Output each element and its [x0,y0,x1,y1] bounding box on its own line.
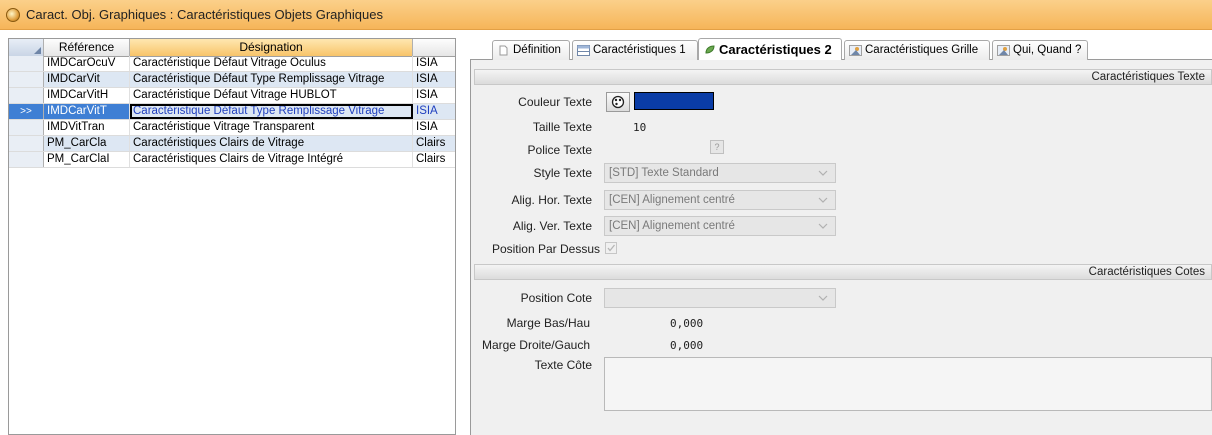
label-police-texte: Police Texte [527,143,592,157]
grid-header: Référence Désignation Mo [9,39,455,57]
label-alig-hor-texte: Alig. Hor. Texte [511,193,592,207]
window-titlebar: Caract. Obj. Graphiques : Caractéristiqu… [0,0,1212,30]
column-header-reference[interactable]: Référence [44,39,130,56]
color-picker-button[interactable] [606,92,630,112]
gear-coin-icon [6,7,20,22]
table-row[interactable]: IMDVitTran Caractéristique Vitrage Trans… [9,120,455,136]
font-picker-button[interactable]: ? [710,140,724,154]
label-position-cote: Position Cote [520,291,592,305]
label-alig-ver-texte: Alig. Ver. Texte [512,219,592,233]
value-marge-bas-haut[interactable]: 0,000 [670,317,703,330]
table-row[interactable]: PM_CarCla Caractéristiques Clairs de Vit… [9,136,455,152]
label-marge-bas-haut: Marge Bas/Hau [506,316,590,330]
chevron-down-icon [818,197,828,203]
section-caracteristiques-texte: Caractéristiques Texte [474,69,1212,85]
label-marge-droite-gauche: Marge Droite/Gauch [481,338,590,352]
row-selector[interactable] [9,72,44,87]
label-couleur-texte: Couleur Texte [518,95,592,109]
table-icon [577,45,590,56]
cell-reference[interactable]: PM_CarClaI [44,152,130,167]
palette-icon [611,95,625,109]
tab-caracteristiques-1[interactable]: Caractéristiques 1 [572,40,698,60]
position-cote-dropdown[interactable] [604,288,836,308]
user-icon [849,45,862,56]
cell-designation[interactable]: Caractéristique Défaut Vitrage HUBLOT [130,88,413,103]
cell-designation[interactable]: Caractéristique Vitrage Transparent [130,120,413,135]
column-header-mo[interactable]: Mo [413,39,455,56]
alig-ver-texte-dropdown[interactable]: [CEN] Alignement centré [604,216,836,236]
user-icon [997,45,1010,56]
tab-caracteristiques-1-label: Caractéristiques 1 [593,44,686,56]
alig-ver-texte-value: [CEN] Alignement centré [609,220,735,232]
table-row-selected[interactable]: >> IMDCarVitT Caractéristique Défaut Typ… [9,104,455,120]
value-taille-texte[interactable]: 10 [633,121,646,134]
window-title: Caract. Obj. Graphiques : Caractéristiqu… [26,7,383,22]
value-marge-droite-gauche[interactable]: 0,000 [670,339,703,352]
cell-designation-focused[interactable]: Caractéristique Défaut Type Remplissage … [130,104,413,119]
alig-hor-texte-dropdown[interactable]: [CEN] Alignement centré [604,190,836,210]
tab-qui-quand[interactable]: Qui, Quand ? [992,40,1088,60]
cell-mo[interactable]: ISIA [413,72,455,87]
section-caracteristiques-cotes: Caractéristiques Cotes [474,264,1212,280]
cell-reference[interactable]: IMDVitTran [44,120,130,135]
tab-definition[interactable]: Définition [492,40,570,60]
row-selector-current[interactable]: >> [9,104,44,119]
row-selector[interactable] [9,120,44,135]
tab-caracteristiques-2[interactable]: Caractéristiques 2 [698,38,842,60]
tab-caracteristiques-2-label: Caractéristiques 2 [719,42,832,57]
table-row[interactable]: IMDCarOcuV Caractéristique Défaut Vitrag… [9,56,455,72]
checkmark-icon [607,244,616,252]
cell-reference[interactable]: IMDCarOcuV [44,56,130,71]
tab-caracteristiques-grille-label: Caractéristiques Grille [865,44,979,56]
tab-qui-quand-label: Qui, Quand ? [1013,44,1082,56]
cell-designation[interactable]: Caractéristiques Clairs de Vitrage [130,136,413,151]
tab-caracteristiques-grille[interactable]: Caractéristiques Grille [844,40,990,60]
color-swatch[interactable] [634,92,714,110]
table-row[interactable]: IMDCarVit Caractéristique Défaut Type Re… [9,72,455,88]
cell-mo[interactable]: ISIA [413,104,455,119]
cell-designation[interactable]: Caractéristique Défaut Vitrage Oculus [130,56,413,71]
row-selector[interactable] [9,88,44,103]
cell-designation[interactable]: Caractéristiques Clairs de Vitrage Intég… [130,152,413,167]
document-icon [499,45,508,56]
leaf-icon [705,45,715,54]
label-taille-texte: Taille Texte [532,120,592,134]
label-position-par-dessus: Position Par Dessus [491,242,600,256]
tab-definition-label: Définition [513,44,561,56]
cell-mo[interactable]: ISIA [413,88,455,103]
position-par-dessus-checkbox[interactable] [605,242,617,254]
chevron-down-icon [818,170,828,176]
cell-reference[interactable]: IMDCarVitH [44,88,130,103]
column-header-designation[interactable]: Désignation [130,39,413,56]
label-texte-cote: Texte Côte [534,358,592,372]
grid-select-all-corner[interactable] [9,39,44,56]
row-selector[interactable] [9,56,44,71]
label-style-texte: Style Texte [533,166,592,180]
style-texte-value: [STD] Texte Standard [609,167,719,179]
row-selector[interactable] [9,152,44,167]
tab-strip: Définition Caractéristiques 1 Caractéris… [470,38,1212,60]
cell-designation[interactable]: Caractéristique Défaut Type Remplissage … [130,72,413,87]
cell-reference[interactable]: IMDCarVit [44,72,130,87]
chevron-down-icon [818,223,828,229]
alig-hor-texte-value: [CEN] Alignement centré [609,194,735,206]
row-selector[interactable] [9,136,44,151]
records-grid[interactable]: Référence Désignation Mo IMDCarOcuV Cara… [8,38,456,435]
cell-mo[interactable]: ISIA [413,120,455,135]
chevron-down-icon [818,295,828,301]
style-texte-dropdown[interactable]: [STD] Texte Standard [604,163,836,183]
cell-mo[interactable]: ISIA [413,56,455,71]
cell-mo[interactable]: Clairs [413,152,455,167]
table-row[interactable]: IMDCarVitH Caractéristique Défaut Vitrag… [9,88,455,104]
cell-mo[interactable]: Clairs [413,136,455,151]
texte-cote-textarea[interactable] [604,357,1212,411]
table-row[interactable]: PM_CarClaI Caractéristiques Clairs de Vi… [9,152,455,168]
cell-reference[interactable]: IMDCarVitT [44,104,130,119]
cell-reference[interactable]: PM_CarCla [44,136,130,151]
